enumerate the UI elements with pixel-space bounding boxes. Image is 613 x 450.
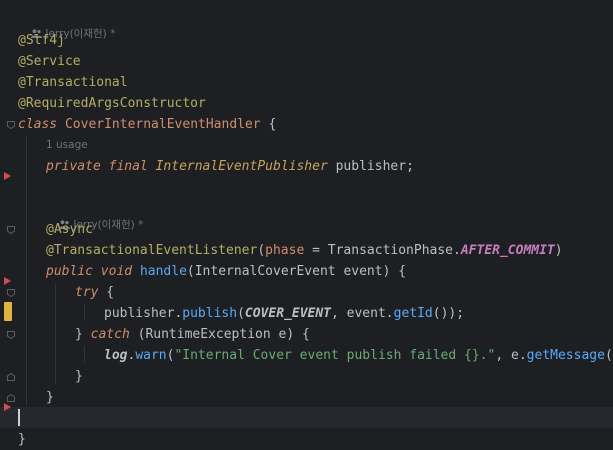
method-name: handle bbox=[139, 264, 187, 279]
code-line[interactable]: public void handle(InternalCoverEvent ev… bbox=[46, 261, 406, 282]
code-line[interactable]: @Transactional bbox=[18, 72, 128, 93]
code-line[interactable]: class CoverInternalEventHandler { bbox=[18, 114, 276, 135]
fold-icon[interactable] bbox=[7, 289, 15, 297]
annotation-param: phase bbox=[265, 243, 305, 258]
code-line[interactable]: } bbox=[75, 366, 83, 387]
code-line[interactable]: log.warn("Internal Cover event publish f… bbox=[104, 345, 613, 366]
indent-guide bbox=[55, 283, 56, 384]
annotation-event-listener: @TransactionalEventListener bbox=[46, 243, 258, 258]
gutter-arrow-icon[interactable] bbox=[4, 403, 11, 411]
indent-guide bbox=[84, 346, 85, 363]
indent-guide bbox=[84, 304, 85, 321]
argument-sep: , e. bbox=[495, 348, 527, 363]
fold-icon[interactable] bbox=[7, 394, 15, 402]
method-params: (InternalCoverEvent event) { bbox=[186, 264, 407, 279]
type-name: InternalEventPublisher bbox=[155, 159, 328, 174]
gutter-arrow-icon[interactable] bbox=[4, 172, 11, 180]
annotation-transactional: @Transactional bbox=[18, 75, 128, 90]
assignment: = TransactionPhase. bbox=[304, 243, 461, 258]
fold-icon[interactable] bbox=[7, 226, 15, 234]
paren: ) bbox=[554, 243, 563, 258]
brace: } bbox=[75, 327, 91, 342]
enum-constant: AFTER_COMMIT bbox=[460, 243, 555, 258]
keyword-void: void bbox=[100, 264, 133, 279]
keyword-try: try bbox=[75, 285, 99, 300]
code-editor[interactable]: Jerry(이재헌) * @Slf4j @Service @Transactio… bbox=[0, 0, 613, 447]
method-call: getMessage bbox=[526, 348, 605, 363]
paren: ( bbox=[257, 243, 266, 258]
author-inlay-hint[interactable]: Jerry(이재헌) * bbox=[18, 10, 115, 40]
argument-sep: , event. bbox=[331, 306, 394, 321]
change-marker[interactable] bbox=[4, 302, 12, 321]
keyword-final: final bbox=[108, 159, 148, 174]
field-name: publisher bbox=[335, 159, 407, 174]
paren-close: ()); bbox=[604, 348, 613, 363]
fold-icon[interactable] bbox=[7, 373, 15, 381]
code-line[interactable]: @Async bbox=[46, 219, 93, 240]
method-call: publish bbox=[182, 306, 238, 321]
text-caret bbox=[18, 409, 20, 426]
keyword-class: class bbox=[18, 117, 58, 132]
fold-icon[interactable] bbox=[7, 331, 15, 339]
code-line[interactable]: publisher.publish(COVER_EVENT, event.get… bbox=[104, 303, 464, 324]
method-call: warn bbox=[135, 348, 167, 363]
code-line[interactable]: } bbox=[46, 387, 54, 408]
paren-close: ()); bbox=[432, 306, 465, 321]
brace: { bbox=[260, 117, 277, 132]
annotation-required-args: @RequiredArgsConstructor bbox=[18, 96, 206, 111]
semicolon: ; bbox=[406, 159, 414, 174]
annotation-async: @Async bbox=[46, 222, 93, 237]
brace: } bbox=[46, 390, 54, 405]
author-inlay-hint[interactable]: Jerry(이재헌) * bbox=[46, 201, 143, 231]
keyword-public: public bbox=[46, 264, 93, 279]
indent-guide bbox=[26, 136, 27, 406]
annotation-slf4j: @Slf4j bbox=[18, 33, 65, 48]
fold-icon[interactable] bbox=[7, 121, 15, 129]
static-constant: COVER_EVENT bbox=[244, 306, 331, 321]
annotation-service: @Service bbox=[18, 54, 81, 69]
log-field: log bbox=[104, 348, 128, 363]
gutter-arrow-icon[interactable] bbox=[4, 277, 11, 285]
string-literal: "Internal Cover event publish failed {}.… bbox=[174, 348, 496, 363]
method-call: getId bbox=[393, 306, 433, 321]
code-line[interactable]: @RequiredArgsConstructor bbox=[18, 93, 206, 114]
class-name: CoverInternalEventHandler bbox=[64, 117, 261, 132]
keyword-private: private bbox=[46, 159, 101, 174]
code-line[interactable]: try { bbox=[75, 282, 114, 303]
brace: } bbox=[75, 369, 83, 384]
brace: { bbox=[98, 285, 115, 300]
usage-inlay-hint[interactable]: 1 usage bbox=[46, 137, 88, 153]
publisher-ref: publisher. bbox=[104, 306, 183, 321]
current-line-highlight bbox=[0, 407, 613, 428]
code-line[interactable]: private final InternalEventPublisher pub… bbox=[46, 156, 414, 177]
code-line[interactable]: @Slf4j bbox=[18, 30, 65, 51]
code-line[interactable]: @TransactionalEventListener(phase = Tran… bbox=[46, 240, 563, 261]
catch-clause: (RuntimeException e) { bbox=[129, 327, 310, 342]
code-line[interactable]: @Service bbox=[18, 51, 81, 72]
code-line[interactable]: } catch (RuntimeException e) { bbox=[75, 324, 310, 345]
keyword-catch: catch bbox=[90, 327, 130, 342]
paren: ( bbox=[237, 306, 245, 321]
usage-hint-text: 1 usage bbox=[46, 139, 88, 151]
